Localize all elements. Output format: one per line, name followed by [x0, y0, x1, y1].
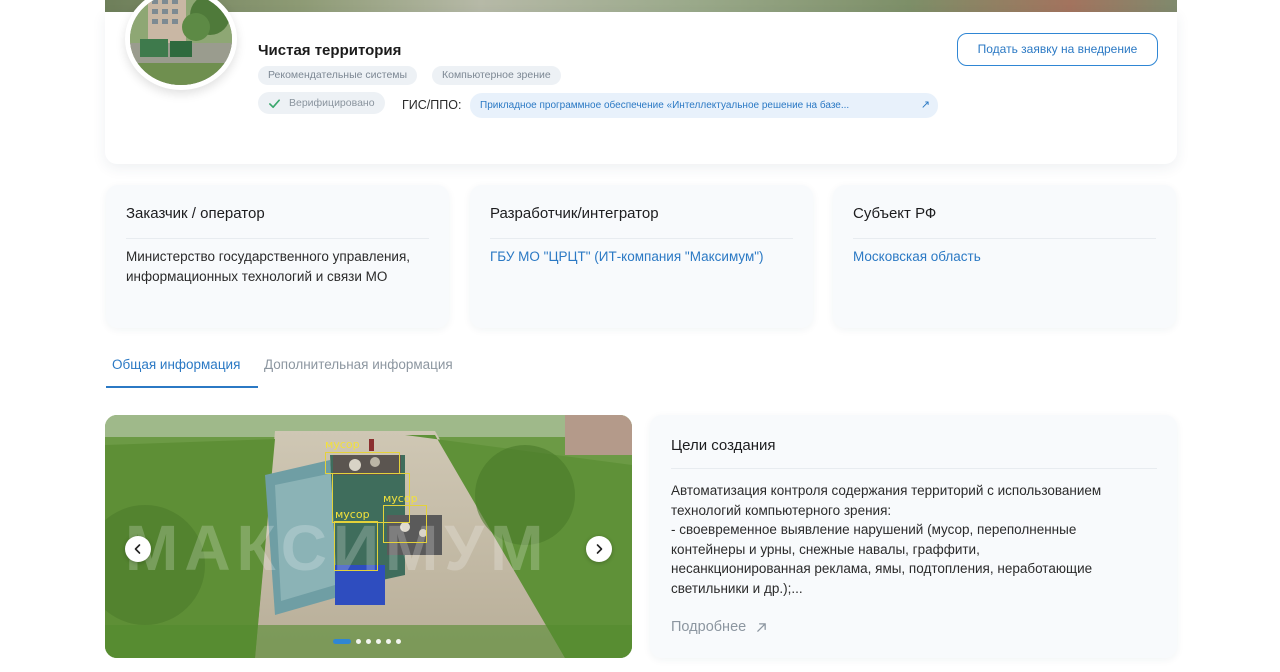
- region-heading: Субъект РФ: [853, 205, 1156, 239]
- developer-card: Разработчик/интегратор ГБУ МО "ЦРЦТ" (ИТ…: [470, 185, 813, 328]
- goals-line: несанкционированная реклама, ямы, подтоп…: [671, 561, 1093, 576]
- tab-additional-info[interactable]: Дополнительная информация: [264, 357, 453, 372]
- gis-link-text: Прикладное программное обеспечение «Инте…: [480, 100, 850, 111]
- pagination-dot[interactable]: [356, 639, 361, 644]
- more-link[interactable]: Подробнее: [671, 619, 767, 635]
- goals-card: Цели создания Автоматизация контроля сод…: [650, 415, 1177, 658]
- goals-line: Автоматизация контроля содержания террит…: [671, 483, 1102, 498]
- region-link[interactable]: Московская область: [853, 247, 1156, 267]
- slider-next-button[interactable]: [586, 536, 612, 562]
- arrow-up-right-icon: ↗: [920, 99, 930, 111]
- verified-label: Верифицировано: [289, 97, 375, 109]
- pagination-dot[interactable]: [396, 639, 401, 644]
- customer-card: Заказчик / оператор Министерство государ…: [106, 185, 449, 328]
- detection-label: мусор: [335, 508, 370, 521]
- gis-label: ГИС/ППО:: [402, 98, 462, 112]
- detection-label: мусор: [383, 492, 418, 505]
- tab-active-indicator: [106, 386, 258, 388]
- project-title: Чистая территория: [258, 42, 402, 59]
- pagination-dot[interactable]: [366, 639, 371, 644]
- pagination-dot[interactable]: [386, 639, 391, 644]
- chevron-right-icon: [596, 544, 603, 554]
- apply-button[interactable]: Подать заявку на внедрение: [957, 33, 1158, 66]
- check-icon: [269, 98, 280, 108]
- goals-heading: Цели создания: [671, 437, 1157, 469]
- customer-heading: Заказчик / оператор: [126, 205, 429, 239]
- more-label: Подробнее: [671, 619, 747, 635]
- pagination-dot[interactable]: [333, 639, 351, 644]
- slider-prev-button[interactable]: [125, 536, 151, 562]
- verified-badge: Верифицировано: [258, 92, 385, 114]
- pagination-dot[interactable]: [376, 639, 381, 644]
- detection-label: мусор: [325, 438, 360, 451]
- goals-text: Автоматизация контроля содержания террит…: [671, 481, 1157, 598]
- goals-line: - своевременное выявление нарушений (мус…: [671, 522, 1077, 537]
- goals-line: светильники и др.);...: [671, 580, 803, 596]
- tab-general-info[interactable]: Общая информация: [112, 357, 240, 372]
- tag-recommender-systems: Рекомендательные системы: [258, 66, 418, 85]
- developer-heading: Разработчик/интегратор: [490, 205, 793, 239]
- goals-line: технологий компьютерного зрения:: [671, 502, 892, 518]
- arrow-up-right-icon: [757, 622, 767, 632]
- gis-link[interactable]: Прикладное программное обеспечение «Инте…: [470, 93, 938, 118]
- developer-link[interactable]: ГБУ МО "ЦРЦТ" (ИТ-компания "Максимум"): [490, 247, 793, 267]
- slider-pagination: [333, 639, 401, 644]
- region-card: Субъект РФ Московская область: [833, 185, 1176, 328]
- customer-value: Министерство государственного управления…: [126, 249, 411, 284]
- tag-computer-vision: Компьютерное зрение: [432, 66, 561, 85]
- chevron-left-icon: [134, 544, 141, 554]
- detection-box: [334, 521, 378, 571]
- goals-line: контейнеры и урны, снежные навалы, графф…: [671, 541, 980, 557]
- detection-box: [325, 452, 400, 474]
- detection-box: [383, 505, 427, 543]
- hero-banner-strip: [105, 0, 1177, 12]
- image-slider: МАКСИМУМ мусор мусор мусор: [105, 415, 632, 658]
